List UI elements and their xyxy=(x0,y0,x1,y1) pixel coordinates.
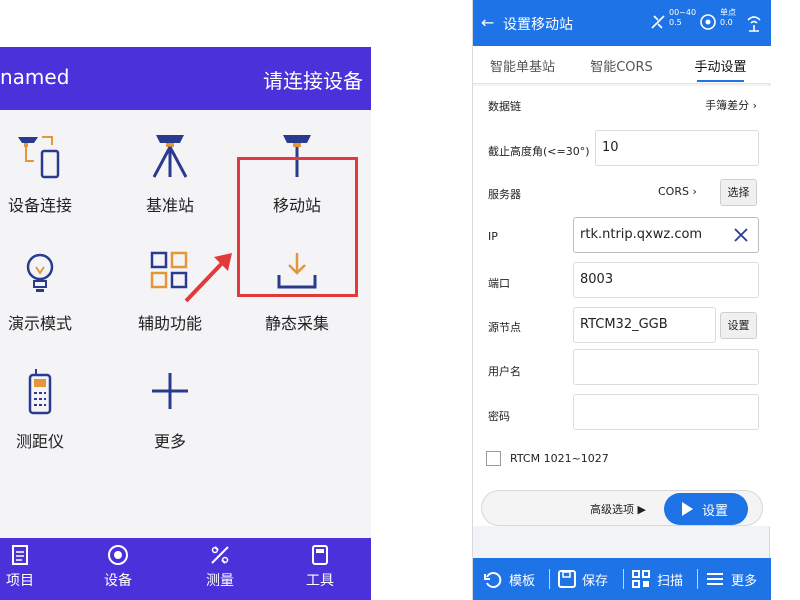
qr-scan-icon xyxy=(632,570,650,588)
grid-label: 测距仪 xyxy=(15,432,64,451)
satellite-icon xyxy=(651,15,665,29)
tab-manual[interactable]: 手动设置 xyxy=(671,56,770,82)
toolbar-separator xyxy=(623,569,624,589)
datalink-select[interactable]: 手簿差分 › xyxy=(705,97,757,113)
server-value[interactable]: CORS › xyxy=(658,185,697,198)
project-name: named xyxy=(0,65,70,89)
grid-label: 基准站 xyxy=(145,196,194,215)
cutoff-label: 截止高度角(<=30°) xyxy=(488,145,590,158)
server-select-button[interactable]: 选择 xyxy=(720,179,757,206)
plus-icon xyxy=(152,373,188,409)
toolbar-template-button[interactable]: 模板 xyxy=(483,558,549,600)
mountpoint-set-button[interactable]: 设置 xyxy=(720,312,757,339)
nav-label: 设备 xyxy=(104,573,132,589)
template-icon xyxy=(484,572,502,588)
grid-label: 静态采集 xyxy=(264,314,329,333)
grid-label: 辅助功能 xyxy=(137,314,202,333)
right-app-rover-settings: ← 设置移动站 00~40 0.5 单点 0.0 智能单基站 智能CORS 手动设置… xyxy=(472,0,771,600)
left-app-header: named 请连接设备 xyxy=(0,47,371,110)
grid-label: 设备连接 xyxy=(7,196,72,215)
nav-item-tools[interactable]: 工具 xyxy=(280,544,360,590)
tab-bar: 智能单基站 智能CORS 手动设置 xyxy=(473,46,771,84)
clear-icon[interactable] xyxy=(733,227,749,243)
username-label: 用户名 xyxy=(488,365,521,378)
left-bottom-nav: 项目 设备 测量 工具 xyxy=(0,538,371,600)
toolbar-save-button[interactable]: 保存 xyxy=(557,558,621,600)
satellite-status: 00~40 0.5 xyxy=(669,8,697,27)
advanced-options-label: 高级选项 ▶ xyxy=(590,503,646,516)
calculator-icon xyxy=(312,545,328,565)
mountpoint-input[interactable]: RTCM32_GGB xyxy=(573,307,716,343)
grid-label: 演示模式 xyxy=(7,314,72,333)
screenshot-canvas: named 请连接设备 设备连接 基准站 移动站 演示模式 辅助功能 静态采集 … xyxy=(0,0,800,600)
signal-icon xyxy=(747,16,761,32)
measure-icon xyxy=(211,546,229,564)
grid-item-more[interactable]: 更多 xyxy=(110,347,230,457)
left-app-home: named 请连接设备 设备连接 基准站 移动站 演示模式 辅助功能 静态采集 … xyxy=(0,47,371,600)
document-icon xyxy=(12,545,28,565)
satellite-dish-icon xyxy=(108,545,128,565)
page-title: 设置移动站 xyxy=(503,17,573,33)
grid-item-device-connect[interactable]: 设备连接 xyxy=(0,111,100,221)
grid-item-base-station[interactable]: 基准站 xyxy=(110,111,230,221)
grid-label: 更多 xyxy=(153,432,186,451)
apply-settings-button[interactable]: 设置 xyxy=(664,493,748,525)
nav-label: 工具 xyxy=(306,573,334,589)
server-label: 服务器 xyxy=(488,188,521,201)
datalink-label: 数据链 xyxy=(488,100,521,113)
nav-item-project[interactable]: 项目 xyxy=(0,544,60,590)
toolbar-scan-button[interactable]: 扫描 xyxy=(631,558,697,600)
port-input[interactable]: 8003 xyxy=(573,262,759,298)
toolbar-separator xyxy=(697,569,698,589)
mountpoint-label: 源节点 xyxy=(488,321,521,334)
rtcm-label: RTCM 1021~1027 xyxy=(510,452,609,465)
ip-label: IP xyxy=(488,230,498,243)
username-input[interactable] xyxy=(573,349,759,385)
rover-bottom-toolbar: 模板 保存 扫描 更多 xyxy=(473,558,771,600)
back-arrow-icon[interactable]: ← xyxy=(481,13,494,32)
toolbar-more-button[interactable]: 更多 xyxy=(705,558,769,600)
nav-item-device[interactable]: 设备 xyxy=(78,544,158,590)
password-label: 密码 xyxy=(488,410,510,423)
ip-input[interactable]: rtk.ntrip.qxwz.com xyxy=(573,217,759,253)
nav-item-measure[interactable]: 测量 xyxy=(180,544,260,590)
base-station-icon xyxy=(152,135,188,178)
download-tray-icon xyxy=(277,253,317,289)
menu-icon xyxy=(707,573,723,585)
toolbar-separator xyxy=(549,569,550,589)
grid-item-static[interactable]: 静态采集 xyxy=(237,229,357,339)
pointer-arrow-icon xyxy=(184,253,232,303)
grid-item-rangefinder[interactable]: 测距仪 xyxy=(0,347,100,457)
target-icon xyxy=(700,14,716,30)
connect-device-link[interactable]: 请连接设备 xyxy=(263,65,363,94)
play-icon xyxy=(682,502,693,516)
rover-header: ← 设置移动站 00~40 0.5 单点 0.0 xyxy=(473,0,771,46)
nav-label: 测量 xyxy=(206,573,234,589)
grid-item-demo-mode[interactable]: 演示模式 xyxy=(0,229,100,339)
cutoff-input[interactable]: 10 xyxy=(595,130,759,166)
rtcm-checkbox[interactable] xyxy=(486,451,501,466)
solution-status: 单点 0.0 xyxy=(720,8,736,27)
port-label: 端口 xyxy=(488,277,510,290)
tab-smart-cors[interactable]: 智能CORS xyxy=(572,56,671,75)
device-connect-icon xyxy=(18,136,60,179)
settings-form: 数据链 手簿差分 › 截止高度角(<=30°) 10 服务器 CORS › 选择… xyxy=(473,86,771,526)
nav-label: 项目 xyxy=(6,573,34,589)
lightbulb-icon xyxy=(26,253,54,292)
password-input[interactable] xyxy=(573,394,759,430)
tab-smart-base[interactable]: 智能单基站 xyxy=(473,56,572,75)
rangefinder-icon xyxy=(28,369,52,415)
save-icon xyxy=(558,570,576,588)
